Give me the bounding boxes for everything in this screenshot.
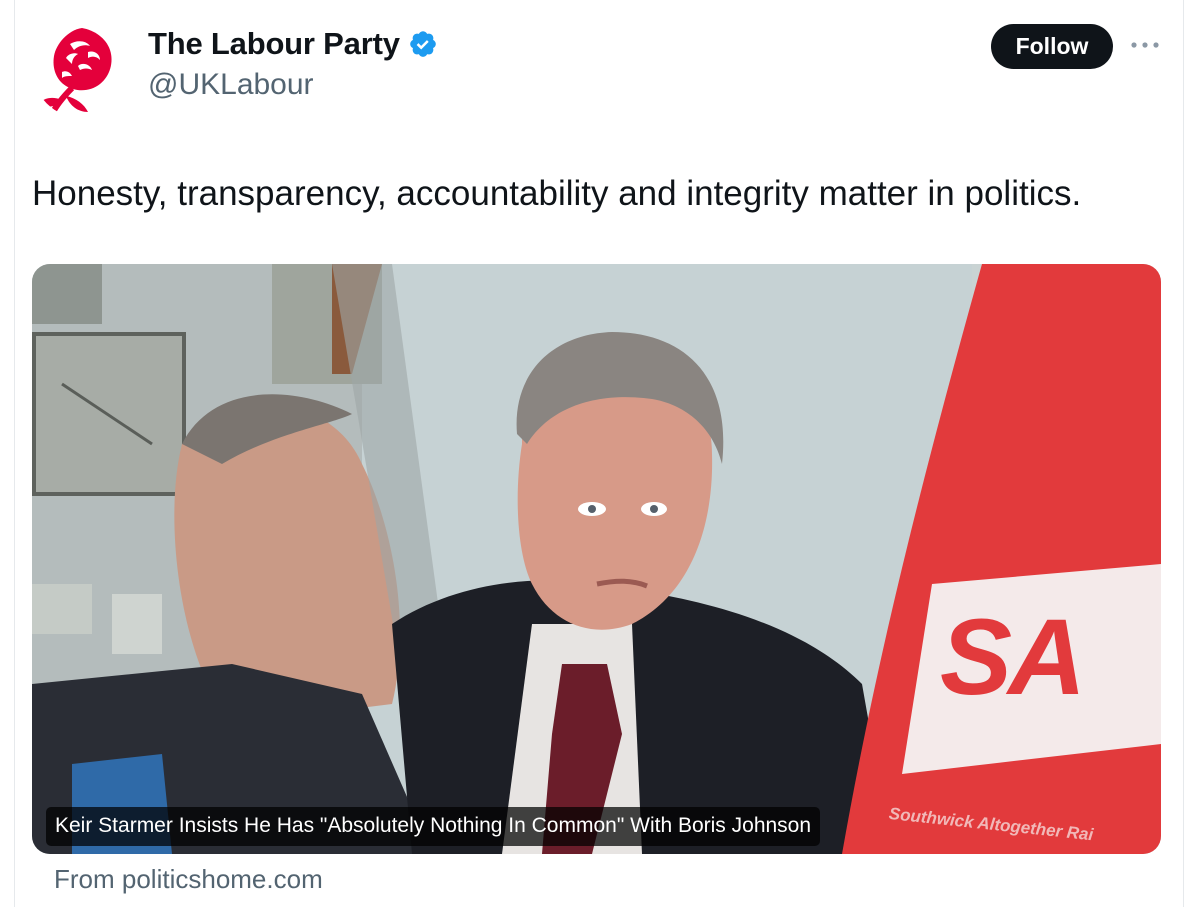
author-handle[interactable]: @UKLabour bbox=[148, 68, 314, 102]
more-options-icon[interactable] bbox=[1128, 30, 1162, 60]
author-display-name[interactable]: The Labour Party bbox=[148, 26, 400, 62]
author-name-row[interactable]: The Labour Party bbox=[148, 26, 438, 62]
link-card-source[interactable]: From politicshome.com bbox=[54, 864, 323, 895]
banner-text: SA bbox=[940, 596, 1086, 717]
link-card-image[interactable]: SA Southwick Altogether Rai Keir Starmer… bbox=[32, 264, 1161, 854]
link-card-headline[interactable]: Keir Starmer Insists He Has "Absolutely … bbox=[46, 807, 821, 846]
tweet-text: Honesty, transparency, accountability an… bbox=[32, 174, 1082, 213]
labour-rose-icon[interactable] bbox=[32, 18, 132, 118]
follow-button[interactable]: Follow bbox=[991, 24, 1113, 69]
verified-badge-icon[interactable] bbox=[408, 29, 438, 59]
